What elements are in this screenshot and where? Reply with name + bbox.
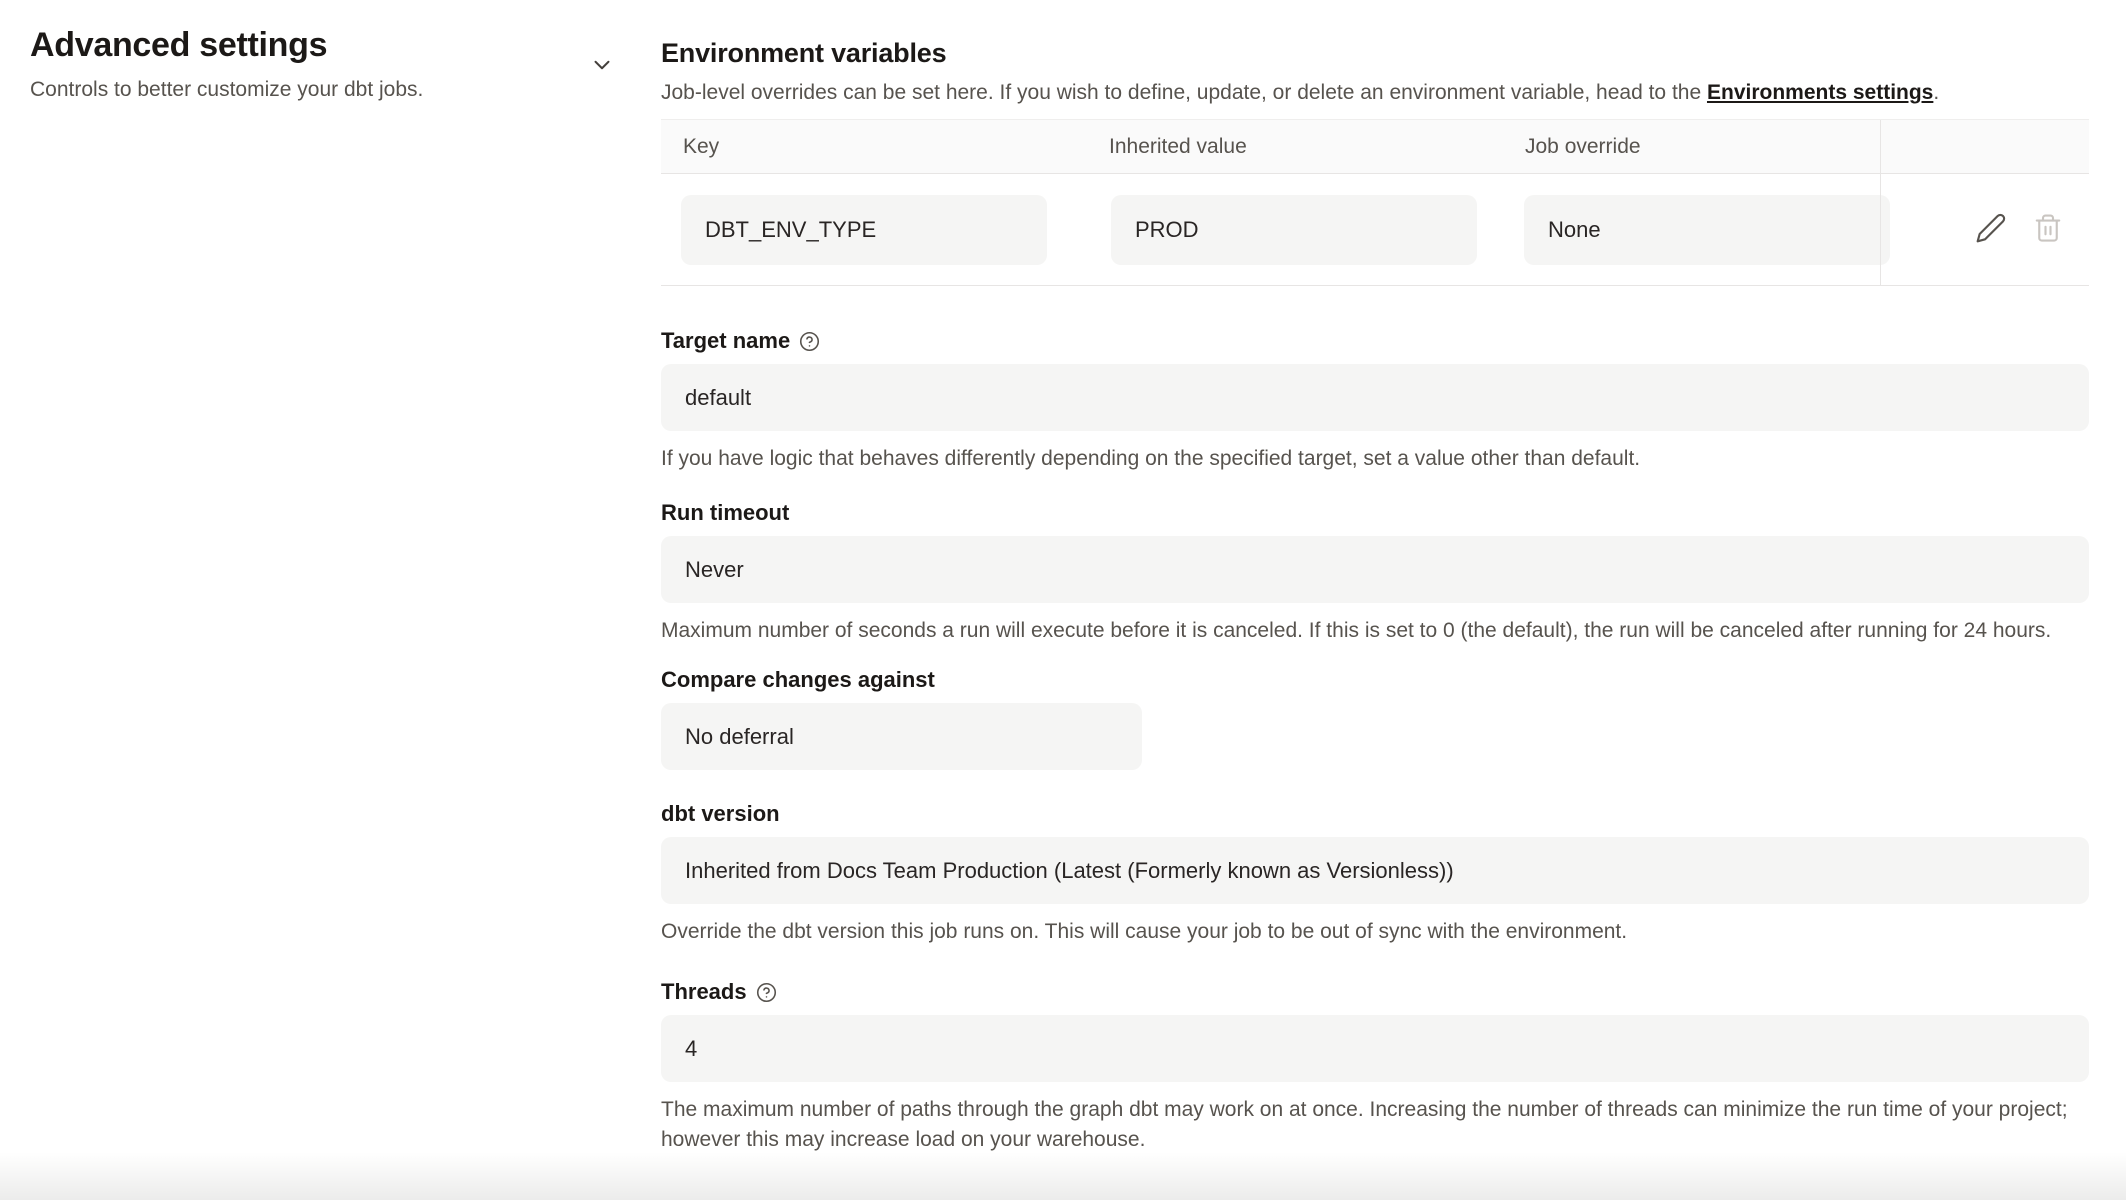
dbt-version-label-row: dbt version <box>661 801 2089 827</box>
delete-env-var-button[interactable] <box>2033 213 2063 246</box>
edit-icon <box>1975 212 2007 247</box>
section-description-period: . <box>1933 81 1939 104</box>
cell-inherited-value: PROD <box>1087 195 1503 265</box>
delete-icon <box>2033 213 2063 246</box>
dbt-version-select[interactable]: Inherited from Docs Team Production (Lat… <box>661 837 2089 904</box>
cell-job-override: None <box>1503 195 1880 265</box>
run-timeout-value: Never <box>685 557 744 583</box>
page-bottom-fade <box>0 1152 2126 1200</box>
env-var-job-override-value: None <box>1524 195 1890 265</box>
edit-env-var-button[interactable] <box>1975 212 2007 247</box>
section-collapse-button[interactable] <box>584 48 620 84</box>
compare-changes-label: Compare changes against <box>661 667 935 693</box>
section-description: Job-level overrides can be set here. If … <box>661 79 2089 107</box>
env-var-inherited-value: PROD <box>1111 195 1477 265</box>
advanced-settings-panel: Advanced settings Controls to better cus… <box>30 26 575 102</box>
compare-changes-value: No deferral <box>685 724 794 750</box>
page-description: Controls to better customize your dbt jo… <box>30 78 575 102</box>
cell-key: DBT_ENV_TYPE <box>661 195 1087 265</box>
compare-changes-select[interactable]: No deferral <box>661 703 1142 770</box>
target-name-input[interactable]: default <box>661 364 2089 431</box>
column-header-job-override: Job override <box>1503 135 1880 159</box>
environment-variables-section: Environment variables Job-level override… <box>661 38 2089 1155</box>
threads-input[interactable]: 4 <box>661 1015 2089 1082</box>
dbt-version-label: dbt version <box>661 801 780 827</box>
compare-changes-label-row: Compare changes against <box>661 667 2089 693</box>
section-heading: Environment variables <box>661 38 2089 69</box>
run-timeout-select[interactable]: Never <box>661 536 2089 603</box>
table-header-row: Key Inherited value Job override <box>661 120 2089 174</box>
run-timeout-label-row: Run timeout <box>661 500 2089 526</box>
dbt-version-value: Inherited from Docs Team Production (Lat… <box>685 858 1454 884</box>
target-name-label: Target name <box>661 328 790 354</box>
table-row: DBT_ENV_TYPE PROD None <box>661 174 2089 286</box>
help-circle-icon[interactable] <box>756 982 777 1003</box>
environments-settings-link[interactable]: Environments settings <box>1707 81 1933 104</box>
page-title: Advanced settings <box>30 26 575 65</box>
help-circle-icon[interactable] <box>799 331 820 352</box>
target-name-value: default <box>685 385 751 411</box>
target-name-helper: If you have logic that behaves different… <box>661 444 2089 474</box>
env-var-key-value: DBT_ENV_TYPE <box>681 195 1047 265</box>
run-timeout-label: Run timeout <box>661 500 789 526</box>
column-header-inherited-value: Inherited value <box>1087 135 1503 159</box>
cell-row-actions <box>1880 174 2089 285</box>
section-description-text: Job-level overrides can be set here. If … <box>661 81 1707 104</box>
threads-label: Threads <box>661 979 747 1005</box>
threads-label-row: Threads <box>661 979 2089 1005</box>
column-header-actions <box>1880 120 2089 173</box>
run-timeout-helper: Maximum number of seconds a run will exe… <box>661 616 2089 646</box>
target-name-label-row: Target name <box>661 328 2089 354</box>
environment-variables-table: Key Inherited value Job override DBT_ENV… <box>661 119 2089 286</box>
threads-value: 4 <box>685 1036 697 1062</box>
column-header-key: Key <box>661 135 1087 159</box>
dbt-version-helper: Override the dbt version this job runs o… <box>661 917 2089 947</box>
threads-helper: The maximum number of paths through the … <box>661 1095 2089 1155</box>
chevron-down-icon <box>589 52 615 81</box>
